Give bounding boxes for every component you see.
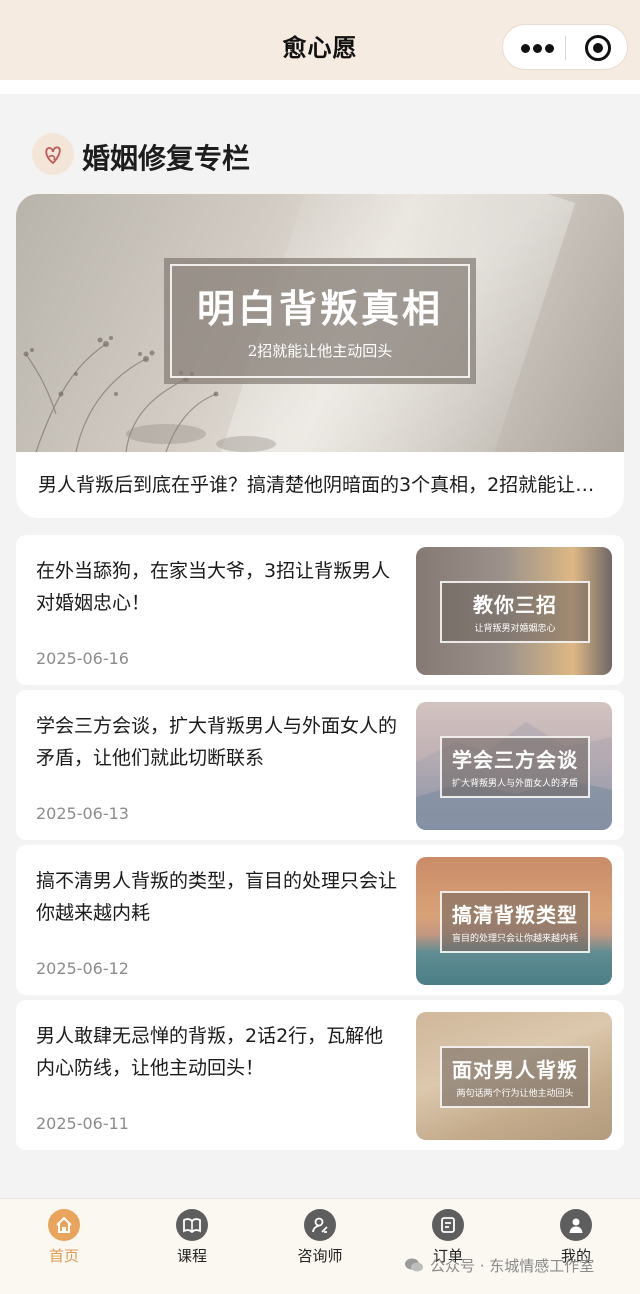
wechat-icon xyxy=(405,1258,423,1272)
article-thumbnail: 学会三方会谈扩大背叛男人与外面女人的矛盾 xyxy=(416,702,612,830)
mini-program-capsule xyxy=(502,24,628,70)
thumbnail-subtitle: 盲目的处理只会让你越来越内耗 xyxy=(451,934,578,944)
article-title: 学会三方会谈，扩大背叛男人与外面女人的矛盾，让他们就此切断联系 xyxy=(36,715,398,769)
article-thumbnail: 面对男人背叛两句话两个行为让他主动回头 xyxy=(416,1012,612,1140)
tab-label: 课程 xyxy=(176,1247,207,1265)
watermark: 公众号 · 东城情感工作室 xyxy=(404,1255,594,1277)
thumbnail-title: 教你三招 xyxy=(473,593,557,617)
order-icon xyxy=(432,1209,464,1241)
watermark-text: 公众号 · 东城情感工作室 xyxy=(430,1257,595,1275)
tab-courses[interactable]: 课程 xyxy=(144,1209,240,1269)
article-date: 2025-06-12 xyxy=(36,959,129,978)
article-date: 2025-06-16 xyxy=(36,649,129,668)
header-divider xyxy=(0,80,640,94)
user-icon xyxy=(560,1209,592,1241)
article-title: 在外当舔狗，在家当大爷，3招让背叛男人对婚姻忠心！ xyxy=(36,560,391,614)
thumbnail-title: 学会三方会谈 xyxy=(452,748,578,772)
article-thumbnail: 教你三招让背叛男对婚姻忠心 xyxy=(416,547,612,675)
close-miniprogram-icon[interactable] xyxy=(585,35,611,61)
article-title: 男人敢肆无忌惮的背叛，2话2行，瓦解他内心防线，让他主动回头！ xyxy=(36,1025,384,1079)
thumbnail-subtitle: 让背叛男对婚姻忠心 xyxy=(474,624,556,634)
featured-cover-image: 明白背叛真相 2招就能让他主动回头 xyxy=(16,194,624,452)
article-item[interactable]: 学会三方会谈，扩大背叛男人与外面女人的矛盾，让他们就此切断联系 2025-06-… xyxy=(16,690,624,840)
article-item[interactable]: 男人敢肆无忌惮的背叛，2话2行，瓦解他内心防线，让他主动回头！ 2025-06-… xyxy=(16,1000,624,1150)
book-icon xyxy=(176,1209,208,1241)
capsule-divider xyxy=(565,36,566,60)
heart-ribbon-icon xyxy=(32,133,74,175)
cover-title-plaque: 明白背叛真相 2招就能让他主动回头 xyxy=(164,258,476,384)
more-icon[interactable] xyxy=(521,44,554,54)
article-date: 2025-06-13 xyxy=(36,804,129,823)
home-icon xyxy=(48,1209,80,1241)
thumbnail-title: 面对男人背叛 xyxy=(452,1058,578,1082)
article-date: 2025-06-11 xyxy=(36,1114,129,1133)
tab-label: 首页 xyxy=(48,1247,79,1265)
bottom-tab-bar: 首页 课程 咨询师 订单 我的 xyxy=(0,1198,640,1294)
tab-home[interactable]: 首页 xyxy=(16,1209,112,1269)
section-title: 婚姻修复专栏 xyxy=(82,142,251,175)
article-item[interactable]: 搞不清男人背叛的类型，盲目的处理只会让你越来越内耗 2025-06-12 搞清背… xyxy=(16,845,624,995)
featured-article-card[interactable]: 明白背叛真相 2招就能让他主动回头 男人背叛后到底在乎谁？搞清楚他阴暗面的3个真… xyxy=(16,194,624,518)
article-title: 搞不清男人背叛的类型，盲目的处理只会让你越来越内耗 xyxy=(36,870,398,924)
tab-label: 咨询师 xyxy=(297,1247,343,1265)
top-navigation-bar: 愈心愿 xyxy=(0,0,640,80)
featured-article-title: 男人背叛后到底在乎谁？搞清楚他阴暗面的3个真相，2招就能让他主动回头 xyxy=(38,474,608,496)
thumbnail-subtitle: 扩大背叛男人与外面女人的矛盾 xyxy=(451,779,578,789)
thumbnail-title: 搞清背叛类型 xyxy=(452,903,578,927)
article-item[interactable]: 在外当舔狗，在家当大爷，3招让背叛男人对婚姻忠心！ 2025-06-16 教你三… xyxy=(16,535,624,685)
counselor-icon xyxy=(304,1209,336,1241)
cover-title: 明白背叛真相 xyxy=(196,286,443,331)
thumbnail-subtitle: 两句话两个行为让他主动回头 xyxy=(456,1089,574,1099)
cover-subtitle: 2招就能让他主动回头 xyxy=(247,342,393,360)
article-thumbnail: 搞清背叛类型盲目的处理只会让你越来越内耗 xyxy=(416,857,612,985)
tab-counselor[interactable]: 咨询师 xyxy=(272,1209,368,1269)
